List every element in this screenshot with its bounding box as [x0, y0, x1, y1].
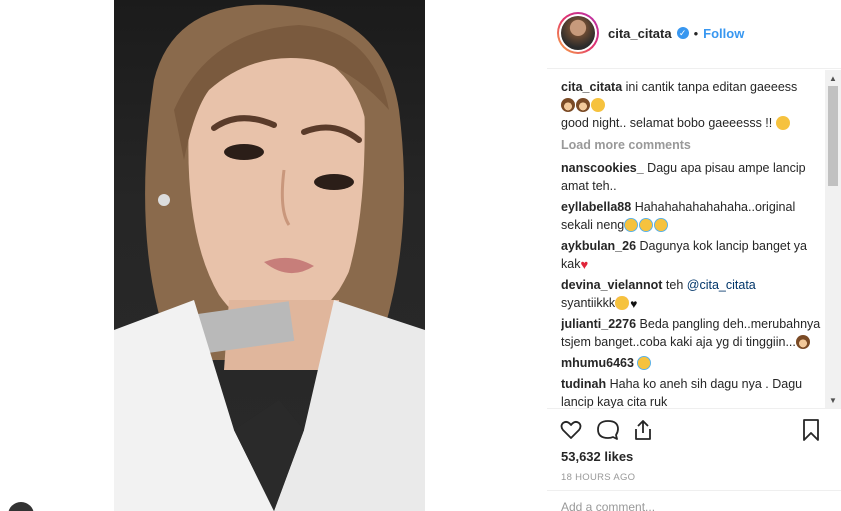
crying-laugh-emoji-icon	[639, 218, 654, 232]
comment: tudinah Haha ko aneh sih dagu nya . Dagu…	[561, 375, 826, 408]
comment: aykbulan_26 Dagunya kok lancip banget ya…	[561, 237, 826, 273]
caption-username[interactable]: cita_citata	[561, 80, 622, 94]
divider	[547, 408, 841, 409]
caption-text: ini cantik tanpa editan gaeeess	[625, 80, 798, 94]
scroll-down-arrow-icon[interactable]: ▼	[825, 392, 841, 408]
portrait-image	[114, 4, 425, 511]
heart-icon[interactable]	[559, 418, 583, 442]
post-media: ‹	[0, 0, 547, 511]
post-sidebar: cita_citata ✓ • Follow cita_citata ini c…	[547, 0, 841, 511]
bookmark-icon[interactable]	[799, 418, 823, 442]
comments-scrollbar[interactable]: ▲ ▼	[825, 70, 841, 408]
previous-arrow-icon[interactable]: ‹	[8, 502, 34, 511]
action-bar	[559, 418, 823, 444]
comment-username[interactable]: eyllabella88	[561, 200, 631, 214]
follow-button[interactable]: Follow	[703, 26, 744, 41]
comment-text: syantiikkk	[561, 296, 616, 310]
post-photo[interactable]	[114, 0, 425, 511]
caption: cita_citata ini cantik tanpa editan gaee…	[561, 78, 826, 132]
comment: mhumu6463	[561, 354, 826, 372]
heart-eyes-emoji-icon	[615, 296, 630, 310]
sleeping-emoji-icon	[591, 98, 605, 112]
black-heart-emoji-icon: ♥	[630, 297, 638, 311]
post-header: cita_citata ✓ • Follow	[557, 12, 744, 54]
red-heart-emoji-icon: ♥	[580, 257, 589, 272]
comments-list: cita_citata ini cantik tanpa editan gaee…	[561, 78, 826, 408]
comment: julianti_2276 Beda pangling deh..merubah…	[561, 315, 826, 351]
caption-text-2: good night.. selamat bobo gaeeesss !!	[561, 116, 773, 130]
monkey-emoji-icon	[561, 98, 575, 112]
story-ring[interactable]	[557, 12, 599, 54]
likes-count[interactable]: 53,632 likes	[561, 449, 633, 464]
scroll-thumb[interactable]	[828, 86, 838, 186]
header-separator: •	[693, 25, 699, 41]
comment-text: teh	[665, 278, 687, 292]
verified-badge-icon: ✓	[676, 27, 689, 39]
comment-username[interactable]: nanscookies_	[561, 161, 644, 175]
comment: nanscookies_ Dagu apa pisau ampe lancip …	[561, 159, 826, 195]
sleepy-face-emoji-icon	[775, 116, 790, 130]
comment-username[interactable]: devina_vielannot	[561, 278, 662, 292]
comment-icon[interactable]	[596, 418, 620, 442]
crying-laugh-emoji-icon	[624, 218, 639, 232]
scroll-up-arrow-icon[interactable]: ▲	[825, 70, 841, 86]
comment-username[interactable]: tudinah	[561, 377, 606, 391]
comment-username[interactable]: aykbulan_26	[561, 239, 636, 253]
header-username[interactable]: cita_citata	[608, 26, 672, 41]
mention-link[interactable]: @cita_citata	[687, 278, 756, 292]
monkey-emoji-icon	[795, 335, 810, 349]
comment-username[interactable]: julianti_2276	[561, 317, 636, 331]
add-comment-input[interactable]: Add a comment...	[561, 500, 655, 511]
crying-laugh-emoji-icon	[654, 218, 669, 232]
monkey-emoji-icon	[576, 98, 590, 112]
crying-laugh-emoji-icon	[637, 356, 652, 370]
comment-username[interactable]: mhumu6463	[561, 356, 634, 370]
post-timestamp[interactable]: 18 HOURS AGO	[561, 472, 635, 483]
comment: eyllabella88 Hahahahahahahaha..original …	[561, 198, 826, 234]
divider	[547, 68, 841, 69]
comment: devina_vielannot teh @cita_citata syanti…	[561, 276, 826, 312]
divider	[547, 490, 841, 491]
share-icon[interactable]	[631, 418, 655, 442]
avatar[interactable]	[561, 16, 595, 50]
load-more-comments[interactable]: Load more comments	[561, 136, 826, 154]
